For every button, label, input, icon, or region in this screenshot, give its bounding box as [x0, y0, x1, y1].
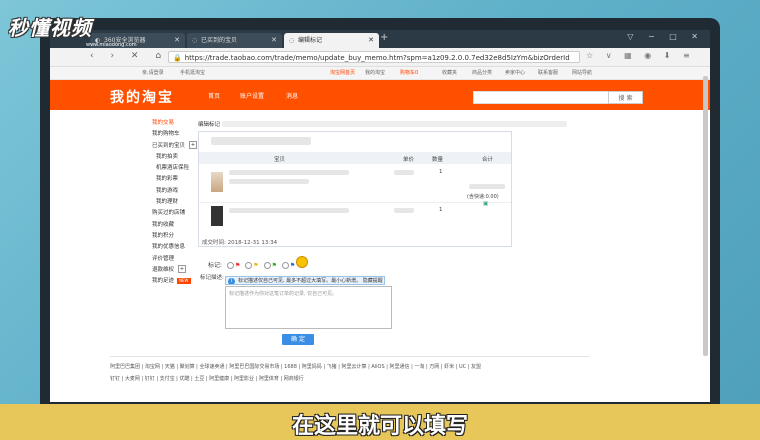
- new-badge: NEW: [177, 277, 191, 284]
- page-title[interactable]: 我的淘宝: [110, 87, 174, 107]
- window-controls[interactable]: ▽ − □ ✕: [627, 32, 704, 41]
- sidebar-item[interactable]: 我的优惠信息: [152, 242, 232, 253]
- expand-icon[interactable]: +: [178, 265, 187, 274]
- home-link[interactable]: 淘宝网首页: [330, 69, 355, 76]
- url-text: https://trade.taobao.com/trade/memo/upda…: [184, 54, 570, 62]
- sidebar-item[interactable]: 我的足迹 NEW: [152, 276, 232, 287]
- sidebar-item-label: 我的交易: [152, 120, 175, 126]
- sidebar-item-label: 我的彩票: [156, 176, 179, 183]
- sidebar-item-label: 我的收藏: [152, 221, 175, 228]
- sidebar-item-label: 已买到的宝贝: [152, 142, 186, 149]
- sidebar-item[interactable]: 机票酒店保险: [152, 163, 232, 174]
- search-input[interactable]: [473, 91, 610, 104]
- sidebar-item[interactable]: 退款维权 +: [152, 265, 232, 276]
- expand-icon[interactable]: +: [189, 141, 198, 150]
- nav-home[interactable]: 首页: [208, 91, 220, 100]
- loading-icon: ◌: [289, 37, 295, 44]
- search-button[interactable]: 搜 索: [608, 91, 643, 104]
- sidebar-item-label: 我的游戏: [156, 187, 179, 194]
- taobao-top-links: 亲,请登录 手机逛淘宝 淘宝网首页 我的淘宝 购物车0 收藏夹 商品分类 卖家中…: [50, 67, 710, 80]
- new-tab-button[interactable]: +: [380, 32, 388, 43]
- nav-account-settings[interactable]: 账户设置: [240, 91, 264, 100]
- sidebar-item-label: 购买过的店铺: [152, 210, 186, 217]
- sidebar-item[interactable]: 评价管理: [152, 254, 232, 265]
- category-link[interactable]: 商品分类: [472, 69, 492, 76]
- watermark-logo: 秒懂视频: [8, 16, 92, 40]
- sidebar-item-label: 我的足迹: [152, 278, 175, 285]
- scrollbar[interactable]: [703, 76, 708, 356]
- subtitle-caption: 在这里就可以填写: [291, 414, 468, 439]
- sidebar-item[interactable]: 我的理财: [152, 197, 232, 208]
- taobao-header: 我的淘宝 首页 账户设置 消息 搜 索: [50, 80, 710, 110]
- nav-messages[interactable]: 消息: [286, 91, 298, 100]
- sidebar-item-label: 我的优惠信息: [152, 244, 186, 251]
- sidebar-item[interactable]: 我的购物车: [152, 129, 232, 140]
- seller-center-link[interactable]: 卖家中心: [505, 69, 525, 76]
- cart-link[interactable]: 购物车0: [400, 69, 418, 76]
- browser-screen: ◐ 360安全浏览器 ✕ ◌ 已买到的宝贝 ✕ ◌ 编辑标记 ✕ + ▽ − □ ✕ ‹ ›…: [50, 30, 710, 402]
- sidebar-item-label: 我的购物车: [152, 131, 180, 138]
- tab-label: 已买到的宝贝: [201, 37, 238, 44]
- sidebar-item-label: 机票酒店保险: [156, 165, 190, 172]
- service-link[interactable]: 联系客服: [538, 69, 558, 76]
- sidebar-item[interactable]: 我的游戏: [152, 186, 232, 197]
- close-icon[interactable]: ✕: [368, 33, 374, 48]
- tab-label: 编辑标记: [298, 37, 323, 44]
- sidebar-item[interactable]: 我的积分: [152, 231, 232, 242]
- sidebar-item-label: 退款维权: [152, 266, 175, 273]
- tab-bought-items[interactable]: ◌ 已买到的宝贝 ✕: [187, 33, 282, 48]
- toolbar-icons[interactable]: ☆ ∨ ▦ ◉ ⬇ ≡: [586, 51, 695, 60]
- address-row: ‹ › ✕ ⌂ ↻ 🔒 https://trade.taobao.com/trad…: [50, 48, 710, 67]
- watermark-sub: www.miaodong.com: [86, 42, 137, 48]
- sidebar-item[interactable]: 我的彩票: [152, 174, 232, 185]
- loading-icon: ◌: [192, 37, 198, 44]
- close-icon[interactable]: ✕: [271, 33, 277, 48]
- sidebar-item[interactable]: 已买到的宝贝 +: [152, 141, 232, 152]
- sidebar-item[interactable]: 我的交易: [152, 118, 232, 129]
- sidebar-item[interactable]: 购买过的店铺: [152, 208, 232, 219]
- url-field[interactable]: 🔒 https://trade.taobao.com/trade/memo/upd…: [168, 51, 580, 63]
- login-link[interactable]: 亲,请登录: [142, 69, 164, 76]
- sidebar-item-label: 评价管理: [152, 255, 175, 262]
- sidebar-item-label: 我的积分: [152, 232, 175, 239]
- sidebar-item[interactable]: 我的拍卖: [152, 152, 232, 163]
- mobile-link[interactable]: 手机逛淘宝: [180, 69, 205, 76]
- tab-bar: ◐ 360安全浏览器 ✕ ◌ 已买到的宝贝 ✕ ◌ 编辑标记 ✕ + ▽ − □ ✕: [50, 30, 710, 48]
- sidebar-item-label: 我的拍卖: [156, 153, 179, 160]
- sidebar-item-label: 我的理财: [156, 199, 179, 206]
- my-taobao-link[interactable]: 我的淘宝: [365, 69, 385, 76]
- sidebar: 我的交易 我的购物车 已买到的宝贝 + 我的拍卖 机票酒店保险 我的彩票 我的游戏 我的理财 购买…: [152, 118, 232, 287]
- lock-icon: 🔒: [173, 54, 182, 62]
- favorites-link[interactable]: 收藏夹: [442, 69, 457, 76]
- sidebar-item[interactable]: 我的收藏: [152, 220, 232, 231]
- close-icon[interactable]: ✕: [174, 33, 180, 48]
- tab-edit-mark[interactable]: ◌ 编辑标记 ✕: [284, 33, 379, 48]
- sitemap-link[interactable]: 网站导航: [572, 69, 592, 76]
